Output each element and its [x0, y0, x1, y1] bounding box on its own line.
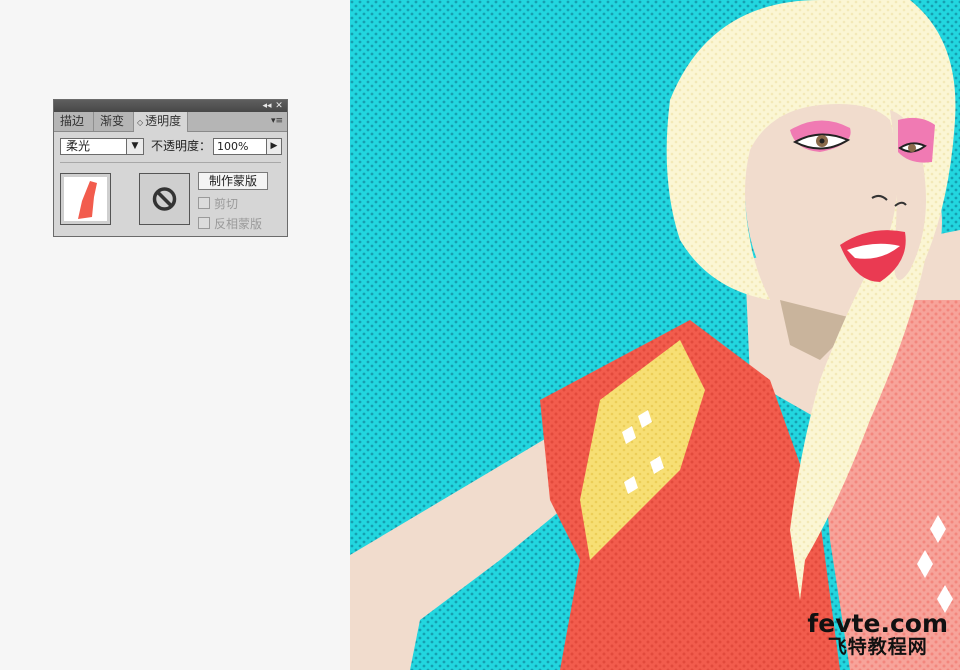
collapse-double-arrow-icon[interactable]: ◂◂ — [261, 100, 273, 112]
object-thumbnail[interactable] — [60, 173, 111, 225]
chevron-down-icon[interactable]: ▼ — [126, 139, 143, 154]
artwork-canvas[interactable] — [350, 0, 960, 670]
separator — [60, 162, 281, 163]
right-eyeshadow — [898, 117, 935, 163]
clip-checkbox-row[interactable]: 剪切 — [198, 196, 238, 212]
tab-gradient[interactable]: 渐变 — [94, 112, 134, 131]
invert-mask-checkbox-row[interactable]: 反相蒙版 — [198, 216, 262, 232]
transparency-panel: ◂◂ ✕ 描边 渐变 ◇ 透明度 ▾≡ 柔光 ▼ 不透明度： 100% ▶ 制作… — [53, 99, 288, 237]
close-icon[interactable]: ✕ — [273, 100, 285, 112]
clip-checkbox[interactable] — [198, 197, 210, 209]
opacity-label: 不透明度： — [151, 139, 212, 153]
panel-titlebar[interactable]: ◂◂ ✕ — [54, 100, 287, 112]
vest-thumbnail-shape — [78, 181, 97, 219]
tab-updown-arrows-icon: ◇ — [137, 118, 144, 127]
no-symbol-icon — [152, 187, 177, 211]
site-watermark: fevte.com 飞特教程网 — [807, 609, 948, 658]
tab-transparency[interactable]: ◇ 透明度 — [134, 112, 188, 132]
panel-tabs: 描边 渐变 ◇ 透明度 ▾≡ — [54, 112, 287, 132]
pop-art-illustration — [350, 0, 960, 670]
opacity-field[interactable]: 100% — [213, 138, 267, 155]
blend-mode-select[interactable]: 柔光 ▼ — [60, 138, 144, 155]
panel-menu-icon[interactable]: ▾≡ — [271, 114, 283, 128]
make-mask-button[interactable]: 制作蒙版 — [198, 172, 268, 190]
invert-mask-checkbox[interactable] — [198, 217, 210, 229]
tab-stroke[interactable]: 描边 — [54, 112, 94, 131]
mask-thumbnail[interactable] — [139, 173, 190, 225]
opacity-slider-arrow-icon[interactable]: ▶ — [266, 138, 282, 155]
